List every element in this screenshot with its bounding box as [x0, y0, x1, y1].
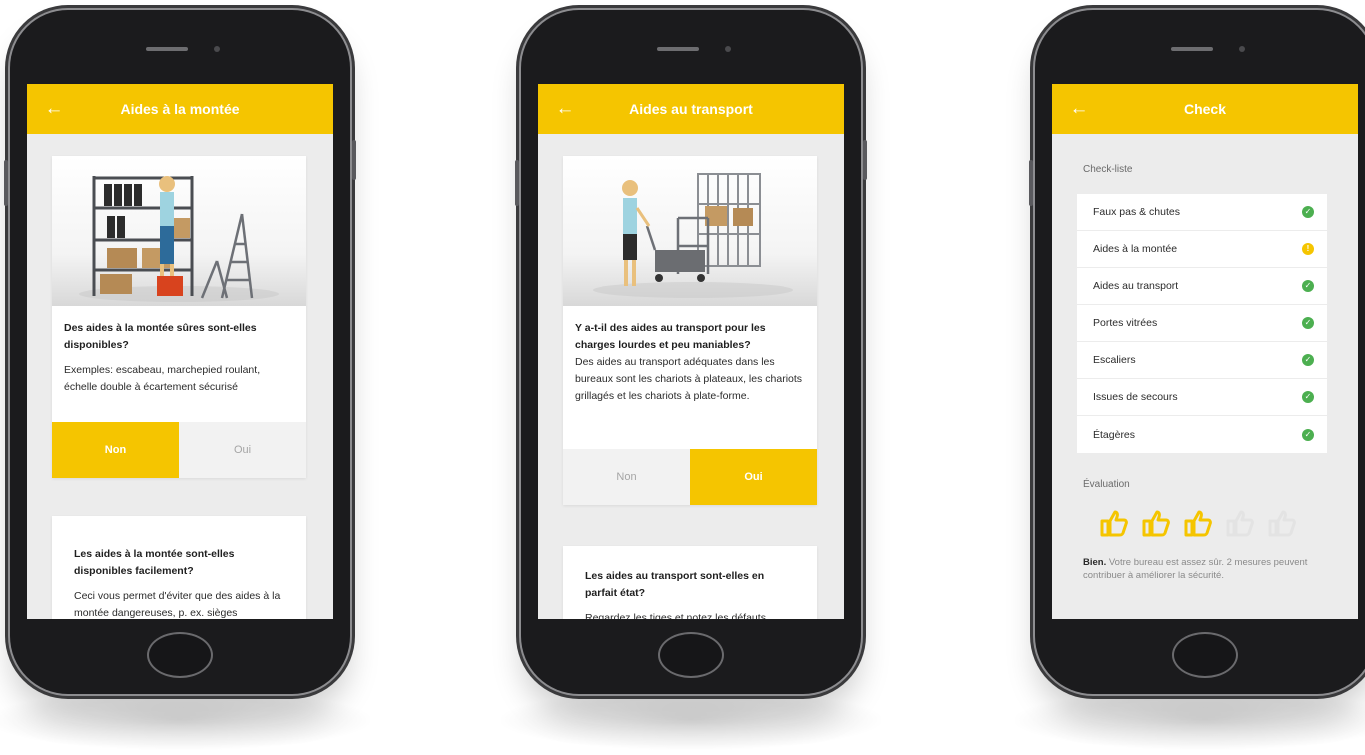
speaker-grille: [1171, 47, 1213, 51]
checklist-label: Check-liste: [1083, 164, 1133, 175]
answer-yes-button[interactable]: Oui: [179, 422, 306, 478]
question-card: Les aides au transport sont-elles en par…: [563, 546, 817, 619]
thumbs-up-icon: [1268, 510, 1296, 537]
checklist: Faux pas & chutes ✓ Aides à la montée ! …: [1077, 194, 1327, 453]
question-description: Exemples: escabeau, marchepied roulant, …: [64, 364, 261, 393]
exclamation-circle-icon: !: [1302, 243, 1314, 255]
checklist-item[interactable]: Faux pas & chutes ✓: [1077, 194, 1327, 231]
page-title: Aides à la montée: [120, 101, 240, 117]
phone-floor-shadow: [0, 690, 370, 750]
question-card: Les aides à la montée sont-elles disponi…: [52, 516, 306, 619]
question-card: Y a-t-il des aides au transport pour les…: [563, 156, 817, 505]
answer-no-button[interactable]: Non: [563, 449, 690, 505]
answer-toggle: Non Oui: [563, 449, 817, 505]
speaker-grille: [146, 47, 188, 51]
page-title: Check: [1183, 101, 1227, 117]
app-header: ← Check: [1052, 84, 1358, 134]
check-circle-icon: ✓: [1302, 391, 1314, 403]
phone-floor-shadow: [501, 690, 881, 750]
checklist-item[interactable]: Aides au transport ✓: [1077, 268, 1327, 305]
checklist-item-label: Faux pas & chutes: [1093, 206, 1180, 218]
checklist-item[interactable]: Escaliers ✓: [1077, 342, 1327, 379]
checklist-item[interactable]: Portes vitrées ✓: [1077, 305, 1327, 342]
question-text: Des aides à la montée sûres sont-elles d…: [64, 322, 257, 351]
checklist-item-label: Issues de secours: [1093, 391, 1178, 403]
rating-thumbs: [1099, 508, 1297, 538]
phone-frame-3: ← Check Check-liste Faux pas & chutes ✓ …: [1029, 10, 1365, 694]
question-card: Des aides à la montée sûres sont-elles d…: [52, 156, 306, 478]
evaluation-label: Évaluation: [1083, 479, 1130, 490]
phone-floor-shadow: [1015, 690, 1365, 750]
back-arrow-icon[interactable]: ←: [1066, 96, 1092, 122]
front-camera: [725, 46, 731, 52]
screen-transport-aids: ← Aides au transport Y a-t-il des aides …: [538, 84, 844, 619]
question-description: Ceci vous permet d'éviter que des aides …: [74, 590, 281, 619]
home-button[interactable]: [658, 632, 724, 678]
transport-cart-illustration: [563, 156, 817, 306]
thumbs-up-icon: [1184, 510, 1212, 537]
page-title: Aides au transport: [629, 101, 753, 117]
check-circle-icon: ✓: [1302, 206, 1314, 218]
evaluation-text: Votre bureau est assez sûr. 2 mesures pe…: [1083, 557, 1308, 581]
evaluation-strong: Bien.: [1083, 557, 1107, 568]
checklist-item-label: Étagères: [1093, 428, 1136, 441]
speaker-grille: [657, 47, 699, 51]
front-camera: [214, 46, 220, 52]
checklist-item[interactable]: Aides à la montée !: [1077, 231, 1327, 268]
thumbs-up-icon: [1100, 510, 1128, 537]
question-description: Des aides au transport adéquates dans le…: [575, 356, 803, 402]
check-circle-icon: ✓: [1302, 428, 1314, 441]
answer-yes-button[interactable]: Oui: [690, 449, 817, 505]
check-circle-icon: ✓: [1302, 354, 1314, 366]
checklist-item-label: Portes vitrées: [1093, 317, 1158, 329]
checklist-item-label: Aides à la montée: [1093, 243, 1178, 255]
question-text: Les aides au transport sont-elles en par…: [585, 570, 765, 599]
question-description: Regardez les tiges et notez les défauts: [585, 612, 766, 619]
check-circle-icon: ✓: [1302, 280, 1314, 292]
screen-check: ← Check Check-liste Faux pas & chutes ✓ …: [1052, 84, 1358, 619]
answer-toggle: Non Oui: [52, 422, 306, 478]
question-text: Les aides à la montée sont-elles disponi…: [74, 548, 235, 577]
checklist-item[interactable]: Étagères ✓: [1077, 416, 1327, 453]
check-circle-icon: ✓: [1302, 317, 1314, 329]
screen-climbing-aids: ← Aides à la montée Des aides à la monté…: [27, 84, 333, 619]
answer-no-button[interactable]: Non: [52, 422, 179, 478]
front-camera: [1239, 46, 1245, 52]
question-text: Y a-t-il des aides au transport pour les…: [575, 322, 766, 351]
checklist-item-label: Aides au transport: [1093, 280, 1179, 292]
home-button[interactable]: [147, 632, 213, 678]
evaluation-summary: Bien. Votre bureau est assez sûr. 2 mesu…: [1083, 556, 1323, 582]
back-arrow-icon[interactable]: ←: [41, 96, 67, 122]
home-button[interactable]: [1172, 632, 1238, 678]
shelf-ladder-illustration: [52, 156, 306, 306]
thumbs-up-icon: [1142, 510, 1170, 537]
phone-frame-1: ← Aides à la montée Des aides à la monté…: [4, 10, 356, 694]
phone-frame-2: ← Aides au transport Y a-t-il des aides …: [515, 10, 867, 694]
checklist-item[interactable]: Issues de secours ✓: [1077, 379, 1327, 416]
app-header: ← Aides à la montée: [27, 84, 333, 134]
checklist-item-label: Escaliers: [1093, 354, 1136, 366]
app-header: ← Aides au transport: [538, 84, 844, 134]
thumbs-up-icon: [1226, 510, 1254, 537]
back-arrow-icon[interactable]: ←: [552, 96, 578, 122]
